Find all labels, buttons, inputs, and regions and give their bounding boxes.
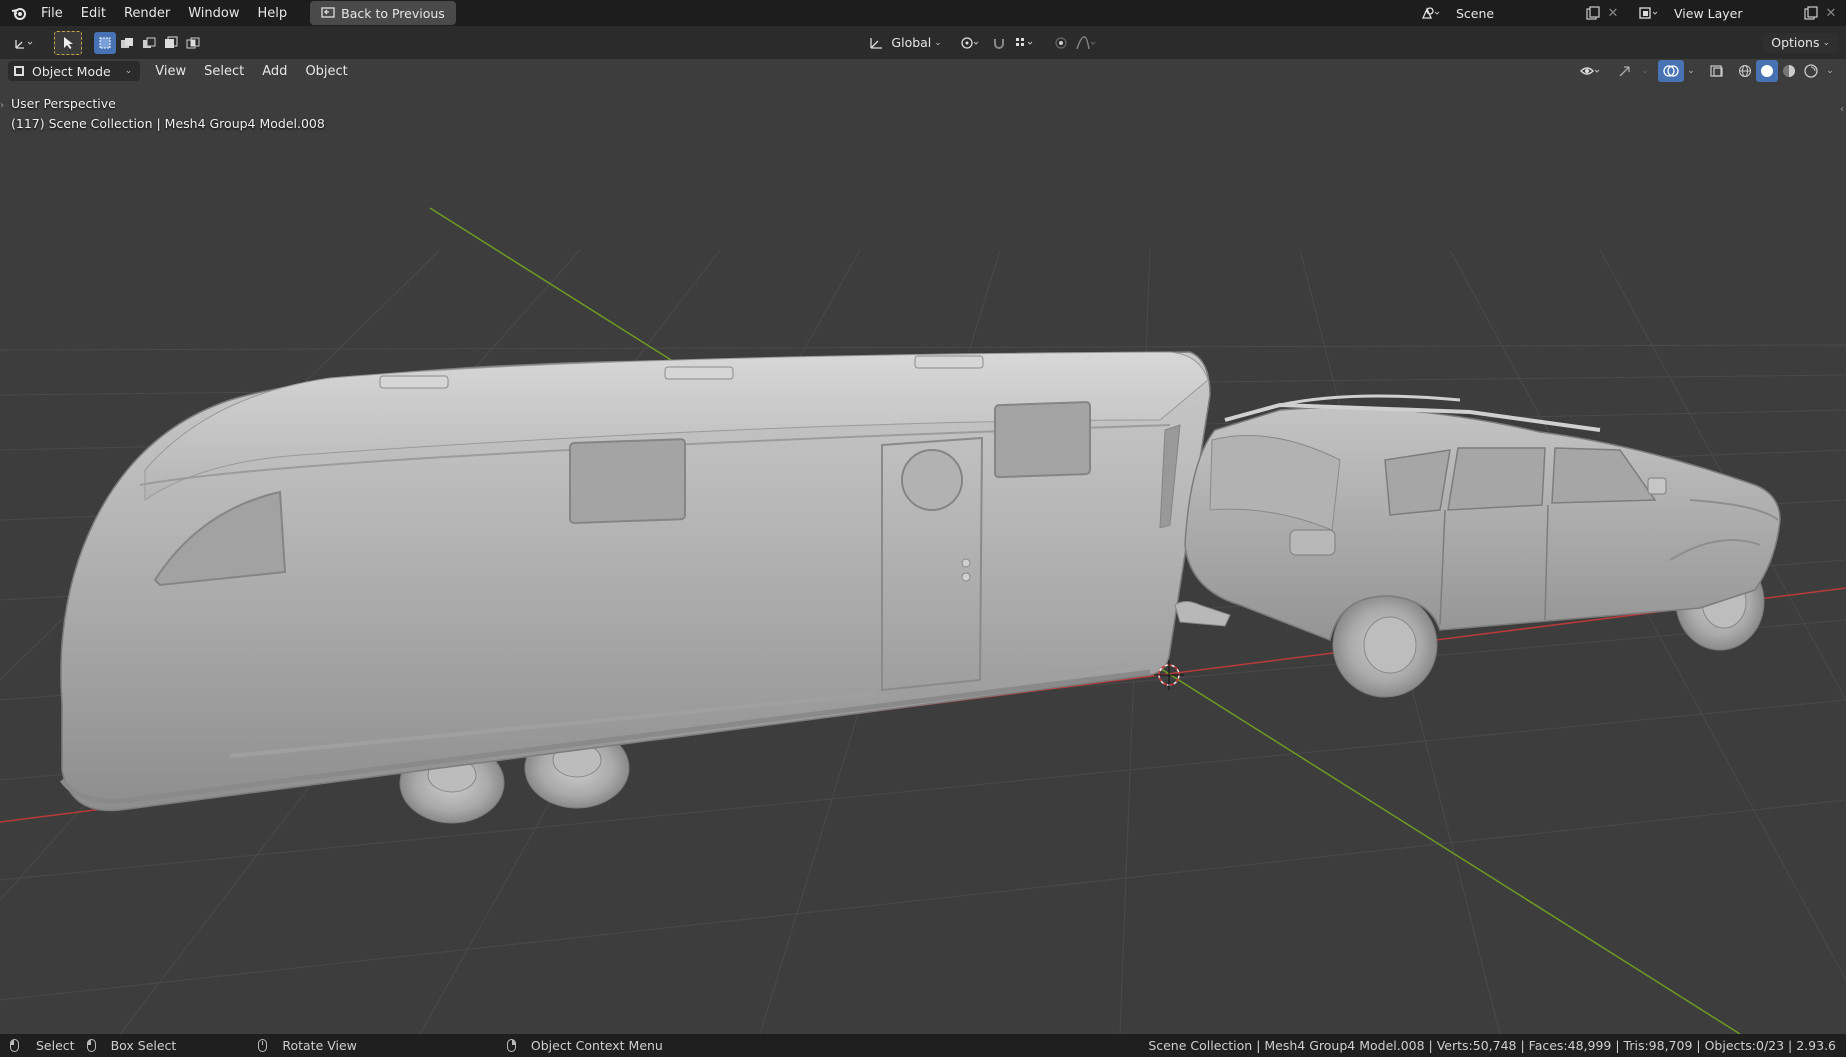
gizmo-toggle-icon[interactable]: [1612, 60, 1638, 82]
select-invert-icon[interactable]: [160, 32, 182, 54]
scene-selector-icon[interactable]: [1414, 2, 1448, 24]
wireframe-shading-icon[interactable]: [1734, 60, 1756, 82]
transform-orientation-dropdown[interactable]: Global ⌄: [887, 33, 945, 53]
mouse-drag-icon: [86, 1039, 96, 1052]
status-box-select-hint: Box Select: [86, 1038, 177, 1053]
mode-dropdown[interactable]: Object Mode ⌄: [8, 61, 141, 81]
delete-view-layer-icon[interactable]: ✕: [1822, 2, 1840, 24]
snap-toggle-icon[interactable]: [988, 32, 1010, 54]
transform-pivot-icon[interactable]: [8, 32, 42, 54]
options-dropdown[interactable]: Options ⌄: [1763, 32, 1839, 53]
sidebar-expand-arrow-icon[interactable]: ‹: [1840, 104, 1844, 115]
status-rotate-label: Rotate View: [282, 1038, 357, 1053]
status-context-hint: Object Context Menu: [506, 1038, 663, 1053]
header-menu-add[interactable]: Add: [253, 61, 296, 82]
overlays-toggle-icon[interactable]: [1658, 60, 1684, 82]
menu-file[interactable]: File: [32, 3, 72, 24]
header-menu-select[interactable]: Select: [195, 61, 253, 82]
view-layer-name: View Layer: [1674, 5, 1743, 21]
status-box-select-label: Box Select: [110, 1038, 177, 1053]
scene-name: Scene: [1456, 5, 1495, 21]
mouse-right-icon: [506, 1039, 516, 1052]
blender-logo-icon[interactable]: [6, 6, 32, 20]
mouse-left-icon: [10, 1039, 19, 1052]
proportional-editing-icon[interactable]: [1050, 32, 1072, 54]
status-select-hint: Select: [10, 1038, 75, 1053]
mouse-middle-icon: [258, 1039, 268, 1052]
viewport-scene[interactable]: [0, 59, 1846, 1034]
rendered-shading-icon[interactable]: [1800, 60, 1822, 82]
object-mode-icon: [14, 66, 24, 76]
xray-toggle-icon[interactable]: [1704, 60, 1730, 82]
trailer-model[interactable]: [59, 351, 1231, 824]
mode-label: Object Mode: [32, 63, 111, 79]
delete-scene-icon[interactable]: ✕: [1604, 2, 1622, 24]
status-bar: Select Box Select Rotate View Object Con…: [0, 1034, 1846, 1057]
visibility-filter-icon[interactable]: [1576, 60, 1606, 82]
tool-settings-bar: Global ⌄ Options ⌄: [0, 26, 1846, 59]
material-preview-shading-icon[interactable]: [1778, 60, 1800, 82]
toolbar-expand-arrow-icon[interactable]: ›: [0, 100, 4, 111]
viewport-collection-info: (117) Scene Collection | Mesh4 Group4 Mo…: [11, 116, 325, 131]
shading-dropdown-icon[interactable]: ⌄: [1822, 60, 1838, 82]
menu-edit[interactable]: Edit: [72, 3, 115, 24]
status-context-label: Object Context Menu: [530, 1038, 663, 1053]
back-to-previous-button[interactable]: Back to Previous: [310, 1, 456, 25]
solid-shading-icon[interactable]: [1756, 60, 1778, 82]
falloff-curve-icon[interactable]: [1072, 32, 1102, 54]
select-new-icon[interactable]: [94, 31, 116, 54]
menu-help[interactable]: Help: [249, 3, 297, 24]
3d-viewport[interactable]: [0, 59, 1846, 1034]
options-label: Options: [1771, 35, 1820, 50]
top-menu-bar: File Edit Render Window Help Back to Pre…: [0, 0, 1846, 26]
status-rotate-hint: Rotate View: [258, 1038, 357, 1053]
scene-name-field[interactable]: Scene: [1448, 3, 1582, 23]
menu-window[interactable]: Window: [179, 3, 248, 24]
view-layer-name-field[interactable]: View Layer: [1666, 3, 1800, 23]
gizmo-dropdown-icon[interactable]: ⌄: [1638, 60, 1652, 82]
select-subtract-icon[interactable]: [138, 32, 160, 54]
view-layer-selector-icon[interactable]: [1632, 2, 1666, 24]
select-extend-icon[interactable]: [116, 32, 138, 54]
scene-statistics: Scene Collection | Mesh4 Group4 Model.00…: [1148, 1038, 1836, 1053]
viewport-header: Object Mode ⌄ View Select Add Object ⌄ ⌄ …: [0, 59, 1846, 83]
transform-orientation-value: Global: [891, 35, 932, 50]
select-tool-icon[interactable]: [54, 30, 82, 55]
new-view-layer-icon[interactable]: [1800, 2, 1822, 24]
overlays-dropdown-icon[interactable]: ⌄: [1684, 60, 1698, 82]
header-menu-object[interactable]: Object: [296, 61, 356, 82]
snap-increment-icon[interactable]: [1010, 32, 1040, 54]
new-scene-icon[interactable]: [1582, 2, 1604, 24]
back-to-previous-label: Back to Previous: [341, 5, 445, 21]
viewport-perspective-label: User Perspective: [11, 96, 116, 111]
select-intersect-icon[interactable]: [182, 32, 204, 54]
header-menu-view[interactable]: View: [146, 61, 195, 82]
transform-orientation-icon[interactable]: [865, 32, 887, 54]
menu-render[interactable]: Render: [115, 3, 179, 24]
selection-mode-group: [94, 31, 204, 54]
back-screen-icon: [321, 7, 335, 18]
status-select-label: Select: [36, 1038, 75, 1053]
pivot-point-icon[interactable]: [954, 32, 988, 54]
